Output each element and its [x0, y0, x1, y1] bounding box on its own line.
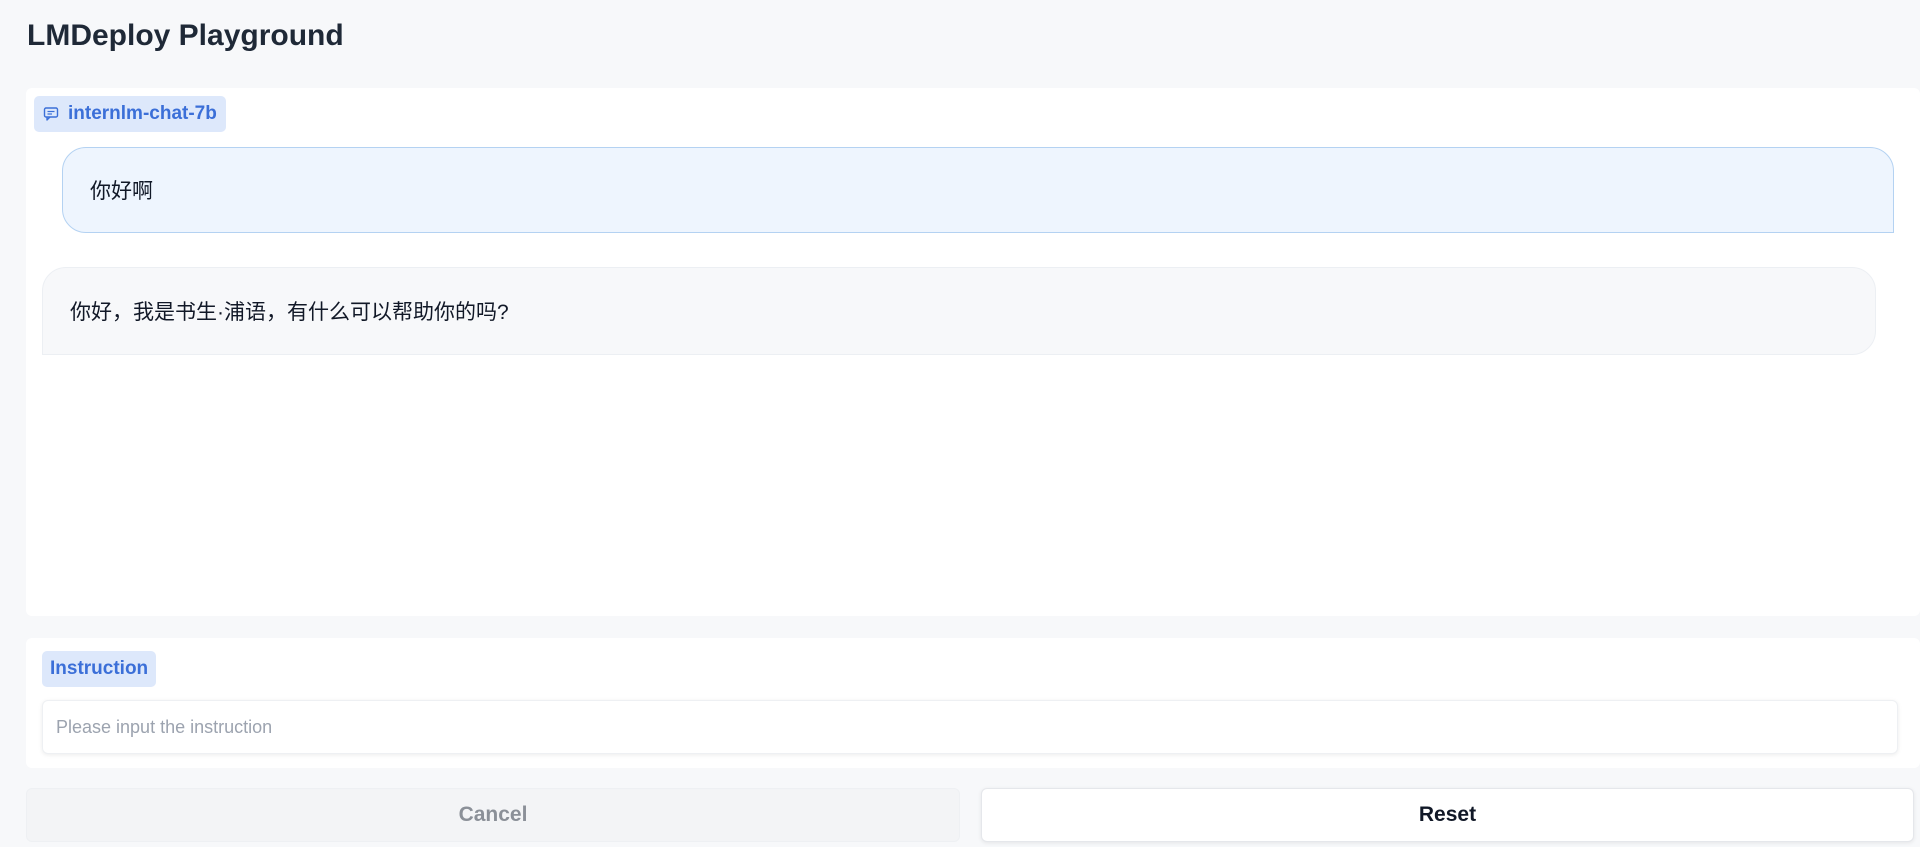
instruction-label: Instruction — [42, 651, 157, 687]
instruction-input[interactable] — [42, 700, 1898, 754]
playground-page: LMDeploy Playground internlm-chat-7b 你好啊… — [0, 0, 1920, 847]
model-badge: internlm-chat-7b — [34, 96, 226, 132]
user-message: 你好啊 — [62, 147, 1894, 233]
cancel-button[interactable]: Cancel — [26, 788, 960, 842]
assistant-message: 你好，我是书生·浦语，有什么可以帮助你的吗? — [42, 267, 1876, 355]
chatbot-panel: internlm-chat-7b 你好啊 你好，我是书生·浦语，有什么可以帮助你… — [26, 88, 1920, 616]
chat-bubble-icon — [43, 106, 59, 122]
instruction-panel: Instruction — [26, 638, 1920, 768]
app-title: LMDeploy Playground — [27, 19, 344, 52]
model-name-label: internlm-chat-7b — [68, 103, 217, 124]
reset-button[interactable]: Reset — [981, 788, 1914, 842]
